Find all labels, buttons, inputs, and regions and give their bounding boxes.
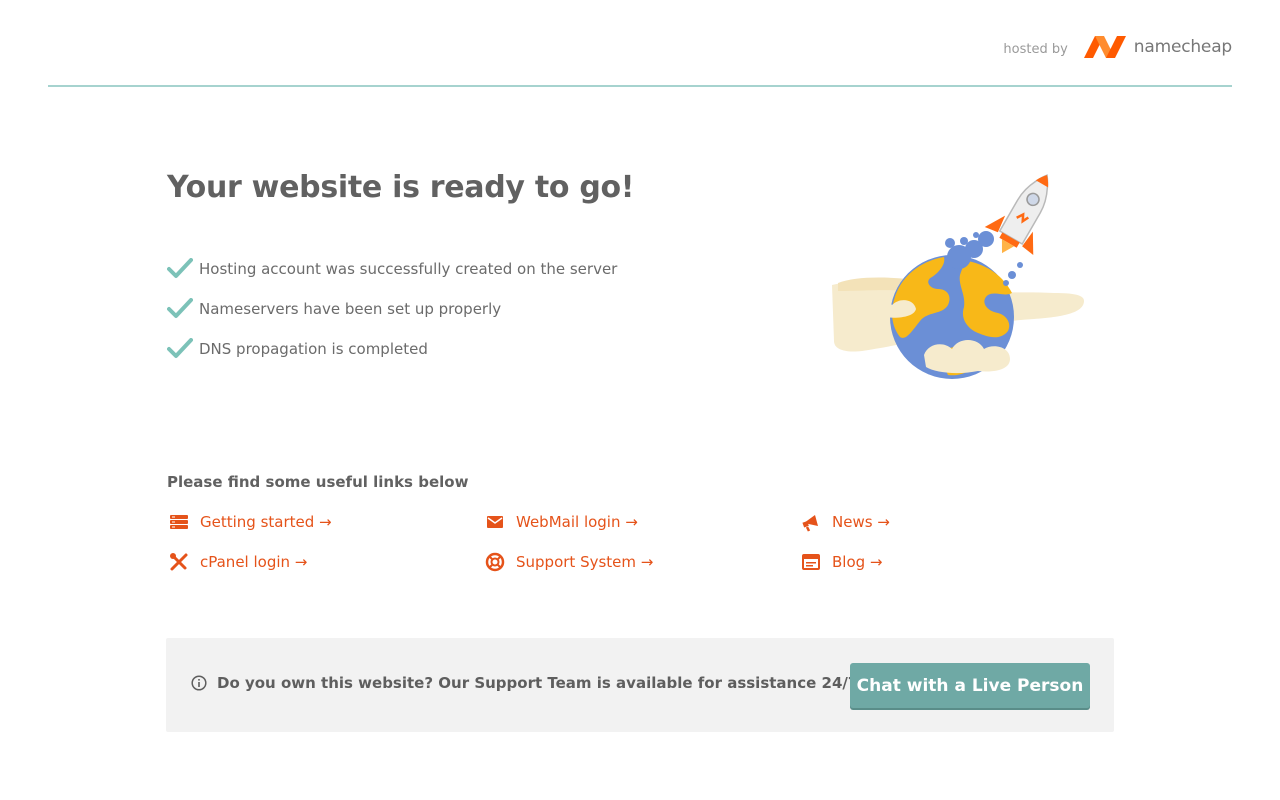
useful-links-title: Please find some useful links below bbox=[167, 473, 469, 491]
namecheap-logo-icon bbox=[1083, 36, 1126, 58]
support-banner-text: Do you own this website? Our Support Tea… bbox=[217, 674, 864, 692]
megaphone-icon bbox=[802, 515, 818, 532]
browser-window-icon bbox=[802, 554, 820, 570]
news-link[interactable]: News → bbox=[799, 508, 1115, 536]
checkmark-icon bbox=[167, 258, 193, 278]
check-item: Nameservers have been set up properly bbox=[167, 295, 617, 323]
header: hosted by namecheap bbox=[48, 0, 1232, 87]
lifebuoy-icon bbox=[485, 552, 505, 572]
check-item: DNS propagation is completed bbox=[167, 335, 617, 363]
support-banner-message: Do you own this website? Our Support Tea… bbox=[191, 674, 864, 692]
check-item-label: DNS propagation is completed bbox=[199, 340, 428, 358]
support-system-link[interactable]: Support System → bbox=[483, 548, 799, 576]
getting-started-link[interactable]: Getting started → bbox=[167, 508, 483, 536]
chat-live-person-button[interactable]: Chat with a Live Person bbox=[850, 663, 1090, 708]
blog-link[interactable]: Blog → bbox=[799, 548, 1115, 576]
check-item: Hosting account was successfully created… bbox=[167, 255, 617, 283]
check-item-label: Nameservers have been set up properly bbox=[199, 300, 502, 318]
blog-label: Blog → bbox=[832, 553, 883, 571]
support-banner: Do you own this website? Our Support Tea… bbox=[166, 638, 1114, 732]
envelope-icon bbox=[487, 516, 503, 528]
getting-started-label: Getting started → bbox=[200, 513, 332, 531]
useful-links-grid: Getting started → WebMail login → News →… bbox=[167, 508, 1117, 588]
namecheap-brand: namecheap bbox=[1133, 37, 1232, 57]
page-title: Your website is ready to go! bbox=[167, 170, 635, 205]
status-check-list: Hosting account was successfully created… bbox=[167, 255, 617, 375]
hosted-by-label: hosted by bbox=[1003, 41, 1068, 57]
webmail-login-link[interactable]: WebMail login → bbox=[483, 508, 799, 536]
cpanel-login-link[interactable]: cPanel login → bbox=[167, 548, 483, 576]
webmail-login-label: WebMail login → bbox=[516, 513, 638, 531]
checkmark-icon bbox=[167, 338, 193, 358]
news-label: News → bbox=[832, 513, 890, 531]
check-item-label: Hosting account was successfully created… bbox=[199, 260, 618, 278]
info-icon bbox=[191, 675, 207, 691]
tools-icon bbox=[170, 553, 188, 571]
checkmark-icon bbox=[167, 298, 193, 318]
hosted-by-area[interactable]: hosted by namecheap bbox=[1003, 30, 1232, 64]
server-stack-icon bbox=[170, 515, 188, 529]
cpanel-login-label: cPanel login → bbox=[200, 553, 308, 571]
rocket-globe-illustration bbox=[832, 174, 1084, 379]
support-system-label: Support System → bbox=[516, 553, 654, 571]
